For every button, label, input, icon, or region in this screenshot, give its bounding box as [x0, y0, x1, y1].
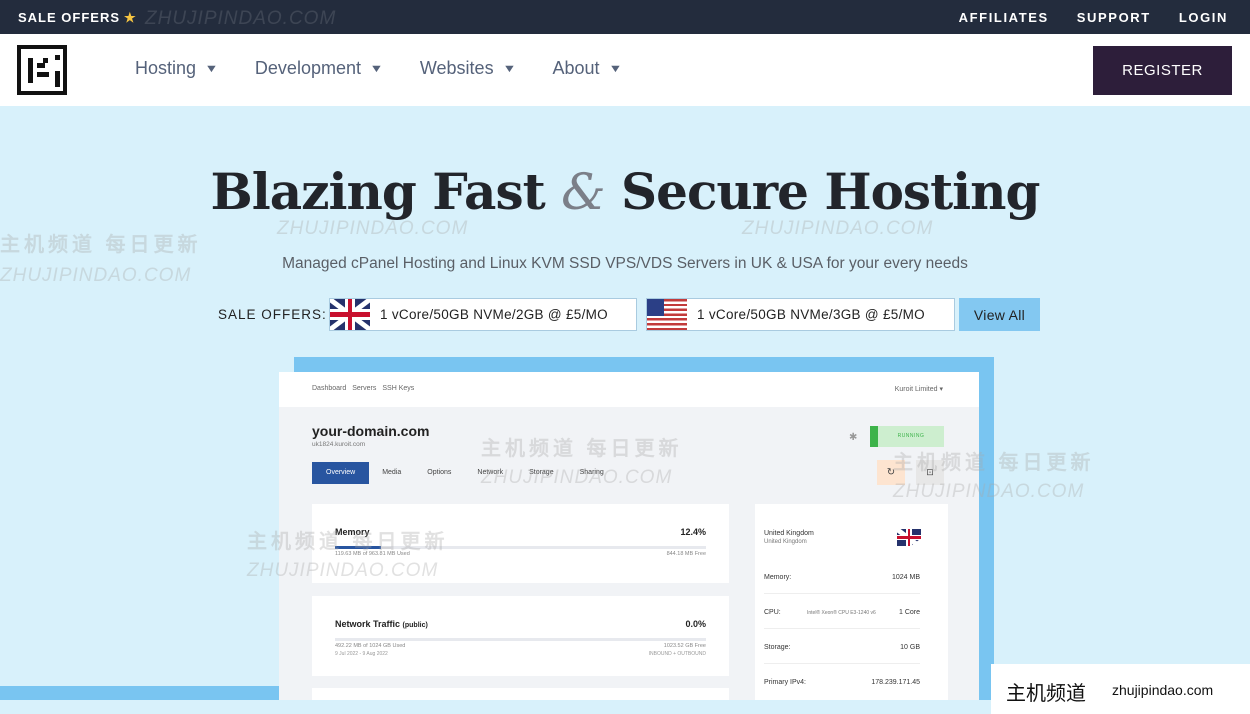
offer-text: 1 vCore/50GB NVMe/2GB @ £5/MO [380, 307, 608, 322]
spec-label: Storage: [764, 644, 791, 651]
hero-title-amp: & [561, 163, 606, 221]
mockup-tab: Options [427, 469, 452, 476]
mockup-tab: Sharing [579, 469, 604, 476]
nav-item-websites[interactable]: Websites ▼ [419, 58, 517, 79]
hero-title-part1: Blazing Fast [210, 162, 546, 221]
kuroit-logo[interactable] [17, 45, 67, 95]
top-bar: SALE OFFERS ★ AFFILIATES SUPPORT LOGIN [0, 0, 1250, 34]
spec-value: 10 GB [900, 644, 920, 651]
site-watermark: 主机频道 zhujipindao.com [991, 664, 1250, 714]
memory-used: 119.63 MB of 963.81 MB Used [335, 551, 410, 557]
network-used: 492.22 MB of 1024 GB Used [335, 643, 406, 649]
sale-offers-link[interactable]: SALE OFFERS ★ [18, 10, 137, 26]
spec-row: Primary IPv4: 178.239.171.45 [764, 679, 920, 699]
chevron-down-icon: ▼ [501, 62, 517, 75]
chevron-down-icon: ▼ [204, 62, 219, 75]
mockup-tab: Media [382, 469, 402, 476]
spec-row: CPU: Intel® Xeon® CPU E3-1240 v6 1 Core [764, 609, 920, 629]
extra-card [312, 688, 729, 700]
main-nav: Hosting ▼ Development ▼ Websites ▼ About ▼ R… [0, 34, 1250, 106]
nav-item-about[interactable]: About ▼ [552, 58, 623, 79]
uk-flag-icon [330, 299, 370, 330]
mockup-tabs: Overview Media Options Network Storage S… [312, 462, 617, 484]
mockup-header: Dashboard Servers SSH Keys Kuroit Limite… [279, 372, 979, 407]
mockup-host: uk1824.kuroit.com [312, 441, 366, 448]
chevron-down-icon: ▼ [607, 62, 623, 75]
mockup-user: Kuroit Limited ▾ [894, 386, 943, 393]
lock-icon: ⊡ [916, 460, 944, 485]
mockup-crumbs: Dashboard Servers SSH Keys [312, 385, 414, 392]
offer-us[interactable]: 1 vCore/50GB NVMe/3GB @ £5/MO [646, 298, 955, 331]
nav-item-label: Hosting [135, 58, 197, 78]
network-free: 1023.52 GB Free [663, 643, 706, 649]
server-info-card: United Kingdom United Kingdom Memory: 102… [755, 504, 948, 700]
network-percent: 0.0% [685, 619, 706, 629]
mockup-tab: Storage [529, 469, 554, 476]
watermark-text: ZHUJIPINDAO.COM [742, 218, 934, 239]
hero-title: Blazing Fast & Secure Hosting [0, 162, 1250, 221]
star-icon: ★ [124, 10, 137, 25]
mockup-crumb: SSH Keys [382, 385, 415, 392]
support-link[interactable]: SUPPORT [1077, 10, 1151, 25]
mockup-tab: Network [477, 469, 504, 476]
spec-label: Memory: [764, 574, 792, 581]
memory-card: Memory 12.4% 119.63 MB of 963.81 MB Used… [312, 504, 729, 583]
location: United Kingdom [764, 530, 814, 537]
memory-bar-fill [335, 546, 381, 549]
spec-row: Storage: 10 GB [764, 644, 920, 664]
status-badge: RUNNING [870, 426, 944, 447]
spec-detail: Intel® Xeon® CPU E3-1240 v6 [807, 610, 876, 616]
network-title-text: Network Traffic [335, 619, 401, 629]
mockup-main: your-domain.com uk1824.kuroit.com ✱ RUNN… [279, 407, 979, 700]
login-link[interactable]: LOGIN [1179, 10, 1228, 25]
spec-row: Memory: 1024 MB [764, 574, 920, 594]
chevron-down-icon: ▼ [369, 62, 384, 75]
us-flag-icon [647, 299, 687, 330]
watermark-cn: 主机频道 [1006, 681, 1086, 705]
sale-offers-label: SALE OFFERS: [218, 307, 327, 322]
spec-value: 1024 MB [891, 574, 920, 581]
restart-icon: ↻ [877, 460, 905, 485]
memory-title: Memory [335, 527, 370, 537]
view-all-button[interactable]: View All [959, 298, 1040, 331]
nav-item-label: About [552, 58, 600, 78]
hero-title-part2: Secure Hosting [621, 162, 1040, 221]
spec-label: Primary IPv4: [764, 679, 807, 686]
uk-flag-icon [897, 529, 921, 546]
network-title-suffix: (public) [402, 622, 428, 629]
watermark-domain: zhujipindao.com [1112, 682, 1214, 698]
dashboard-screenshot: Dashboard Servers SSH Keys Kuroit Limite… [279, 372, 979, 700]
network-io: INBOUND + OUTBOUND [648, 651, 706, 657]
mockup-domain: your-domain.com [312, 423, 430, 439]
spec-value: 1 Core [898, 609, 920, 616]
nav-item-label: Websites [419, 58, 494, 78]
mockup-tab: Overview [312, 462, 370, 484]
offer-text: 1 vCore/50GB NVMe/3GB @ £5/MO [697, 307, 925, 322]
mockup-crumb: Dashboard [312, 385, 347, 392]
memory-percent: 12.4% [680, 527, 706, 537]
location-sub: United Kingdom [764, 539, 807, 545]
gear-icon: ✱ [849, 432, 858, 443]
network-date: 9 Jul 2022 - 9 Aug 2022 [335, 651, 388, 657]
nav-item-development[interactable]: Development ▼ [254, 58, 384, 79]
mockup-crumb: Servers [352, 385, 377, 392]
top-links: AFFILIATES SUPPORT LOGIN [959, 10, 1228, 25]
affiliates-link[interactable]: AFFILIATES [959, 10, 1049, 25]
watermark-text: 主机频道 每日更新 [0, 234, 202, 256]
nav-menu: Hosting ▼ Development ▼ Websites ▼ About ▼ [135, 58, 623, 79]
watermark-text: ZHUJIPINDAO.COM [277, 218, 469, 239]
network-card: Network Traffic (public) 0.0% 492.22 MB … [312, 596, 729, 676]
memory-bar [335, 546, 706, 549]
network-title: Network Traffic (public) [335, 619, 428, 629]
hero-subtitle: Managed cPanel Hosting and Linux KVM SSD… [282, 255, 968, 272]
network-bar [335, 638, 706, 641]
memory-free: 844.18 MB Free [666, 551, 706, 557]
offer-uk[interactable]: 1 vCore/50GB NVMe/2GB @ £5/MO [329, 298, 637, 331]
register-button[interactable]: REGISTER [1093, 46, 1232, 95]
spec-value: 178.239.171.45 [871, 679, 920, 686]
spec-label: CPU: [764, 609, 781, 616]
nav-item-hosting[interactable]: Hosting ▼ [135, 58, 219, 79]
sale-offers-label[interactable]: SALE OFFERS [18, 10, 120, 25]
nav-item-label: Development [254, 58, 361, 78]
